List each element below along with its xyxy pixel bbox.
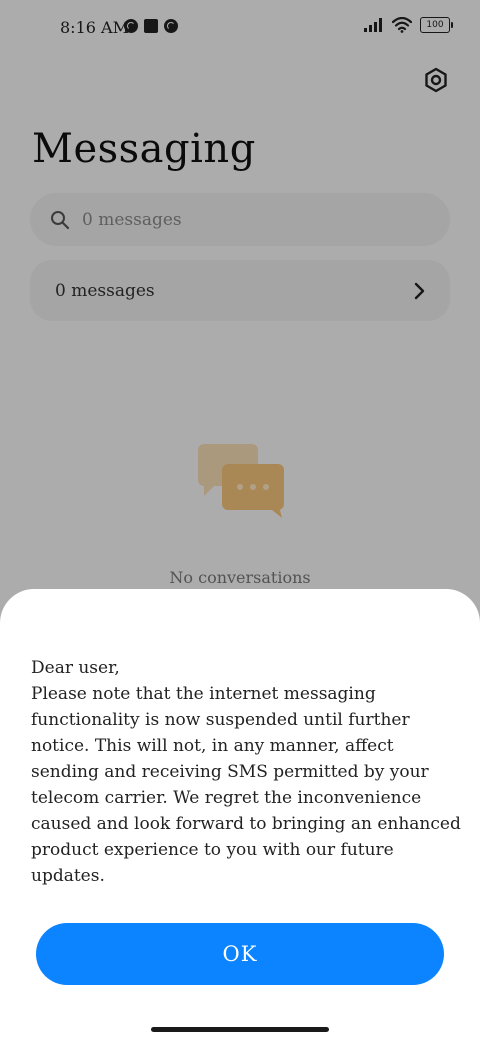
- ok-button[interactable]: OK: [36, 923, 444, 985]
- home-indicator[interactable]: [151, 1027, 329, 1032]
- notice-dialog: Dear user, Please note that the internet…: [0, 589, 480, 1040]
- dialog-message: Dear user, Please note that the internet…: [31, 658, 461, 886]
